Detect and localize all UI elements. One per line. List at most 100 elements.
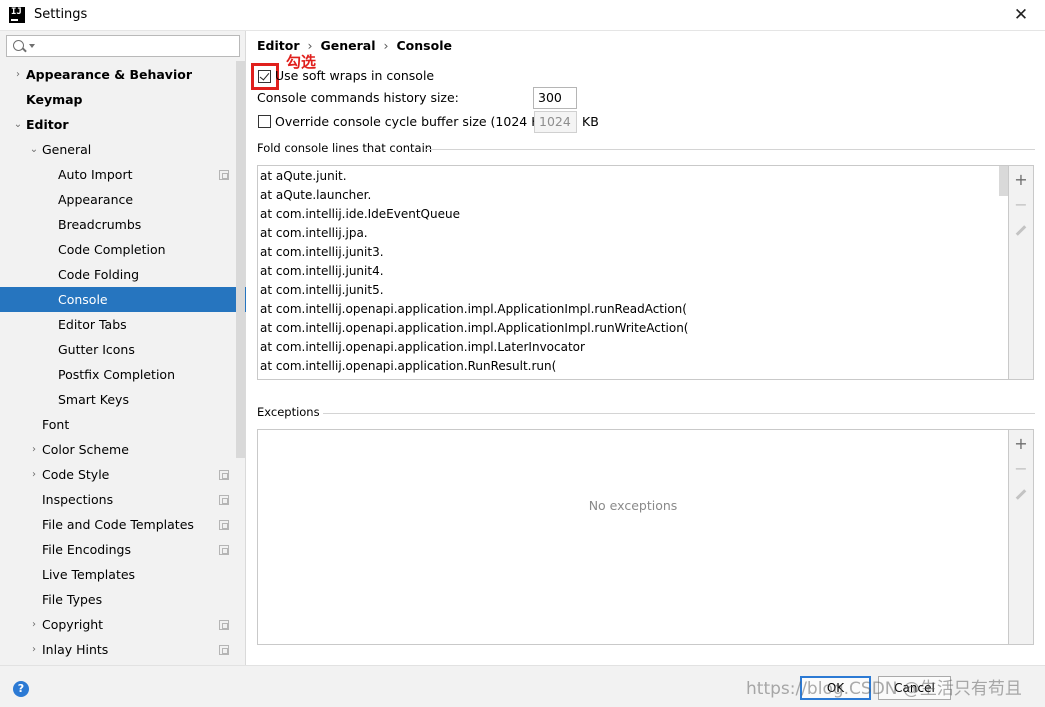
window-title: Settings xyxy=(34,7,88,22)
sidebar-item-general[interactable]: ⌄ General xyxy=(0,137,246,162)
sidebar-item-label: Console xyxy=(58,292,108,307)
buffer-size-unit: KB xyxy=(582,114,599,129)
buffer-size-input[interactable]: 1024 xyxy=(534,111,577,133)
sidebar-item-gutter-icons[interactable]: Gutter Icons xyxy=(0,337,246,362)
sidebar-item-label: Inlay Hints xyxy=(42,642,109,657)
search-input[interactable] xyxy=(6,35,240,57)
sidebar-item-label: Code Folding xyxy=(58,267,140,282)
sidebar-item-label: Postfix Completion xyxy=(58,367,175,382)
override-buffer-checkbox[interactable] xyxy=(258,115,271,128)
breadcrumb-separator: › xyxy=(383,38,389,53)
sidebar-item-postfix-completion[interactable]: Postfix Completion xyxy=(0,362,246,387)
chevron-down-icon[interactable]: ⌄ xyxy=(12,112,24,137)
sidebar-item-label: Appearance & Behavior xyxy=(26,67,192,82)
project-scope-icon xyxy=(219,645,229,655)
section-divider xyxy=(323,413,1035,414)
settings-tree: › Appearance & Behavior Keymap ⌄ Editor ⌄ Gene… xyxy=(0,62,246,662)
soft-wraps-label: Use soft wraps in console xyxy=(275,68,435,83)
project-scope-icon xyxy=(219,545,229,555)
sidebar-item-label: File Types xyxy=(42,592,103,607)
edit-pencil-icon[interactable] xyxy=(1009,484,1033,504)
fold-lines-toolbar: + − xyxy=(1009,165,1034,380)
list-item[interactable]: at com.intellij.openapi.application.impl… xyxy=(258,338,1008,357)
sidebar-item-label: Smart Keys xyxy=(58,392,129,407)
sidebar-item-appearance-behavior[interactable]: › Appearance & Behavior xyxy=(0,62,246,87)
sidebar-item-code-style[interactable]: › Code Style xyxy=(0,462,246,487)
list-item[interactable]: at com.intellij.junit5. xyxy=(258,281,1008,300)
remove-icon[interactable]: − xyxy=(1009,459,1033,479)
sidebar-item-label: General xyxy=(42,142,92,157)
sidebar-item-file-and-code-templates[interactable]: File and Code Templates xyxy=(0,512,246,537)
list-item[interactable]: at com.intellij.openapi.application.RunR… xyxy=(258,357,1008,376)
sidebar-item-label: Code Style xyxy=(42,467,110,482)
sidebar-item-font[interactable]: Font xyxy=(0,412,246,437)
sidebar-item-code-completion[interactable]: Code Completion xyxy=(0,237,246,262)
chevron-down-icon[interactable] xyxy=(29,44,35,48)
sidebar-item-keymap[interactable]: Keymap xyxy=(0,87,246,112)
add-icon[interactable]: + xyxy=(1009,434,1033,454)
breadcrumb-console: Console xyxy=(396,38,452,53)
sidebar-item-color-scheme[interactable]: › Color Scheme xyxy=(0,437,246,462)
sidebar-item-file-encodings[interactable]: File Encodings xyxy=(0,537,246,562)
sidebar-item-copyright[interactable]: › Copyright xyxy=(0,612,246,637)
fold-lines-list[interactable]: at aQute.junit. at aQute.launcher. at com.… xyxy=(257,165,1009,380)
sidebar-item-editor[interactable]: ⌄ Editor xyxy=(0,112,246,137)
settings-sidebar: › Appearance & Behavior Keymap ⌄ Editor ⌄ Gene… xyxy=(0,31,246,665)
list-item[interactable]: at com.intellij.openapi.application.impl… xyxy=(258,300,1008,319)
sidebar-scrollbar[interactable] xyxy=(236,61,245,458)
sidebar-item-label: Code Completion xyxy=(58,242,166,257)
sidebar-item-label: Gutter Icons xyxy=(58,342,135,357)
history-size-label: Console commands history size: xyxy=(257,90,459,105)
sidebar-item-inspections[interactable]: Inspections xyxy=(0,487,246,512)
sidebar-item-file-types[interactable]: File Types xyxy=(0,587,246,612)
fold-list-scrollbar[interactable] xyxy=(999,166,1008,196)
list-item[interactable]: at aQute.launcher. xyxy=(258,186,1008,205)
sidebar-item-appearance[interactable]: Appearance xyxy=(0,187,246,212)
project-scope-icon xyxy=(219,620,229,630)
sidebar-item-breadcrumbs[interactable]: Breadcrumbs xyxy=(0,212,246,237)
remove-icon[interactable]: − xyxy=(1009,195,1033,215)
section-divider xyxy=(425,149,1035,150)
history-size-input[interactable]: 300 xyxy=(533,87,577,109)
fold-lines-title: Fold console lines that contain xyxy=(257,141,433,155)
project-scope-icon xyxy=(219,520,229,530)
list-item[interactable]: at com.intellij.openapi.application.impl… xyxy=(258,319,1008,338)
override-buffer-label: Override console cycle buffer size (1024… xyxy=(275,114,553,129)
watermark-text: https://blog.CSDN @生活只有苟且 xyxy=(746,679,1022,699)
sidebar-item-console[interactable]: Console xyxy=(0,287,246,312)
sidebar-item-label: Font xyxy=(42,417,70,432)
help-icon[interactable]: ? xyxy=(13,681,29,697)
chevron-right-icon[interactable]: › xyxy=(28,462,40,487)
close-icon[interactable]: ✕ xyxy=(1006,2,1036,28)
list-item[interactable]: at com.intellij.junit3. xyxy=(258,243,1008,262)
chevron-right-icon[interactable]: › xyxy=(28,637,40,662)
sidebar-item-inlay-hints[interactable]: › Inlay Hints xyxy=(0,637,246,662)
exceptions-toolbar: + − xyxy=(1009,429,1034,645)
sidebar-item-smart-keys[interactable]: Smart Keys xyxy=(0,387,246,412)
exceptions-list[interactable]: No exceptions xyxy=(257,429,1009,645)
chevron-down-icon[interactable]: ⌄ xyxy=(28,137,40,162)
list-item[interactable]: at com.intellij.jpa. xyxy=(258,224,1008,243)
sidebar-item-label: File Encodings xyxy=(42,542,132,557)
sidebar-item-live-templates[interactable]: Live Templates xyxy=(0,562,246,587)
chevron-right-icon[interactable]: › xyxy=(12,62,24,87)
sidebar-item-label: Keymap xyxy=(26,92,83,107)
sidebar-item-label: Appearance xyxy=(58,192,134,207)
chevron-right-icon[interactable]: › xyxy=(28,437,40,462)
sidebar-item-auto-import[interactable]: Auto Import xyxy=(0,162,246,187)
soft-wraps-checkbox[interactable] xyxy=(258,70,271,83)
project-scope-icon xyxy=(219,495,229,505)
list-item[interactable]: at aQute.junit. xyxy=(258,167,1008,186)
edit-pencil-icon[interactable] xyxy=(1009,220,1033,240)
console-settings-panel: Editor › General › Console 勾选 Use soft wraps… xyxy=(247,31,1045,665)
sidebar-item-label: Copyright xyxy=(42,617,104,632)
sidebar-item-label: Breadcrumbs xyxy=(58,217,142,232)
sidebar-item-code-folding[interactable]: Code Folding xyxy=(0,262,246,287)
sidebar-item-editor-tabs[interactable]: Editor Tabs xyxy=(0,312,246,337)
list-item[interactable]: at com.intellij.ide.IdeEventQueue xyxy=(258,205,1008,224)
intellij-app-icon: IJ xyxy=(9,7,25,23)
sidebar-item-label: Auto Import xyxy=(58,167,133,182)
list-item[interactable]: at com.intellij.junit4. xyxy=(258,262,1008,281)
chevron-right-icon[interactable]: › xyxy=(28,612,40,637)
add-icon[interactable]: + xyxy=(1009,170,1033,190)
